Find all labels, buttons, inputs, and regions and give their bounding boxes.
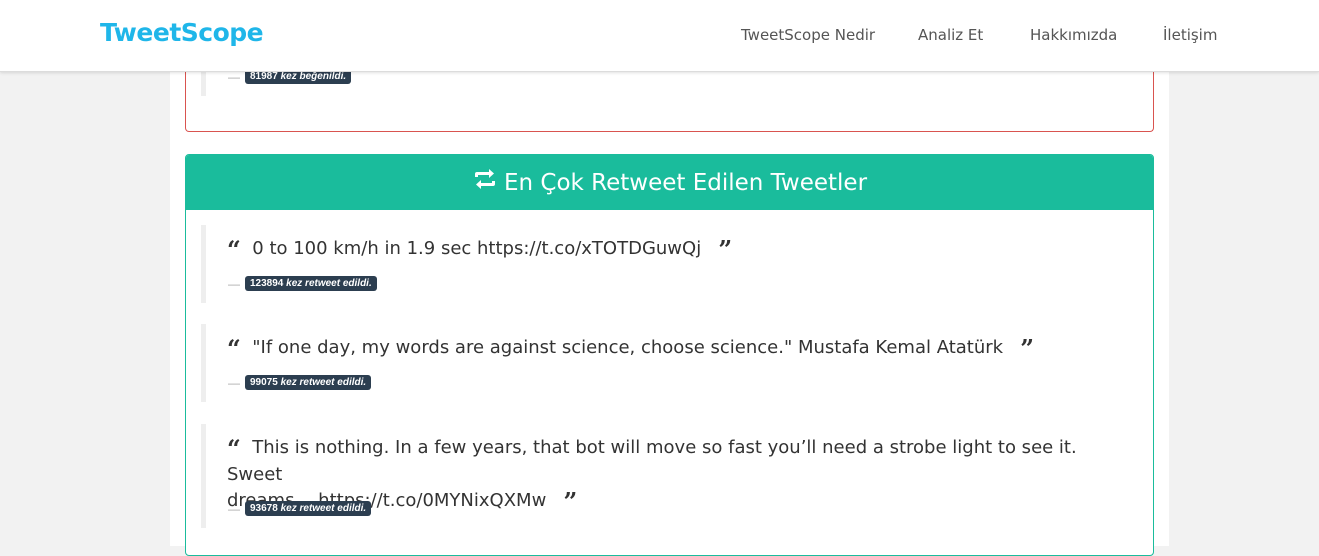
quote-right-icon: ” xyxy=(718,235,733,264)
quote-left-icon: “ xyxy=(227,434,241,463)
panel-heading: En Çok Retweet Edilen Tweetler xyxy=(186,155,1153,210)
navbar: TweetScope TweetScope Nedir Analiz Et Ha… xyxy=(0,0,1319,72)
retweet-count-badge: 99075 kez retweet edildi. xyxy=(245,375,372,390)
tweet-text: "If one day, my words are against scienc… xyxy=(252,337,1004,358)
tweet-item: “ 0 to 100 km/h in 1.9 sec https://t.co/… xyxy=(227,236,732,263)
panel-title: En Çok Retweet Edilen Tweetler xyxy=(503,170,868,196)
tweet-item: “ "If one day, my words are against scie… xyxy=(227,335,1034,362)
retweet-icon xyxy=(472,154,498,210)
nav-link-tweetscope-nedir[interactable]: TweetScope Nedir xyxy=(741,26,875,44)
blockquote-bar xyxy=(201,225,206,303)
nav-link-hakkimizda[interactable]: Hakkımızda xyxy=(1030,26,1117,44)
retweet-count-badge: 93678 kez retweet edildi. xyxy=(245,501,372,516)
nav-link-iletisim[interactable]: İletişim xyxy=(1163,26,1217,44)
blockquote-bar xyxy=(201,424,206,528)
brand-logo[interactable]: TweetScope xyxy=(100,18,264,47)
quote-right-icon: ” xyxy=(1020,334,1035,363)
quote-left-icon: “ xyxy=(227,334,241,363)
retweet-count-meta: — 93678 kez retweet edildi. xyxy=(228,501,372,516)
retweet-count-badge: 123894 kez retweet edildi. xyxy=(245,276,377,291)
nav-link-analiz-et[interactable]: Analiz Et xyxy=(918,26,983,44)
quote-left-icon: “ xyxy=(227,235,241,264)
tweet-text: 0 to 100 km/h in 1.9 sec https://t.co/xT… xyxy=(252,238,702,259)
blockquote-bar xyxy=(201,324,206,402)
tweet-text-line1: This is nothing. In a few years, that bo… xyxy=(227,437,1077,485)
retweet-count-meta: — 123894 kez retweet edildi. xyxy=(228,276,377,291)
quote-right-icon: ” xyxy=(563,487,578,516)
blockquote-bar xyxy=(201,71,206,96)
retweet-count-meta: — 99075 kez retweet edildi. xyxy=(228,375,372,390)
